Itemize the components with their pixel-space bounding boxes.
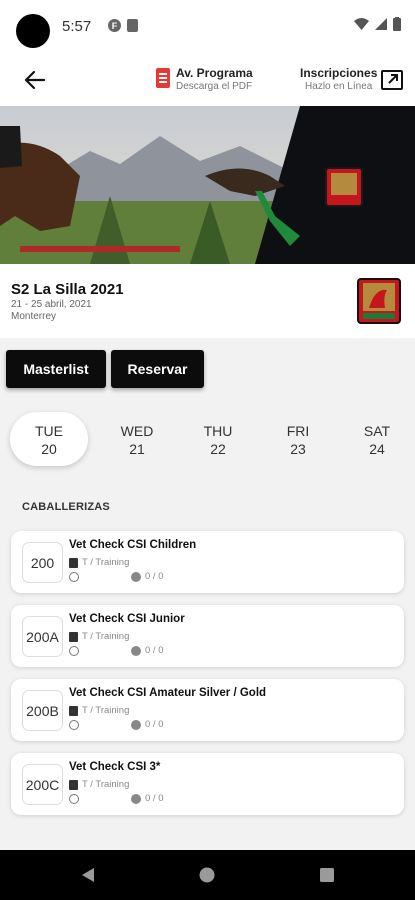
status-dot-icon — [131, 645, 141, 656]
item-type: T / Training — [82, 705, 130, 716]
day-tab-wed[interactable]: WED 21 — [98, 412, 176, 466]
programa-subtitle: Descarga el PDF — [176, 81, 253, 92]
item-type: T / Training — [82, 779, 130, 790]
day-number: 20 — [41, 441, 57, 457]
day-tab-thu[interactable]: THU 22 — [179, 412, 257, 466]
item-count: 0 / 0 — [145, 793, 164, 804]
day-name: THU — [203, 423, 233, 439]
stall-number: 200C — [22, 764, 63, 805]
book-icon — [69, 705, 78, 716]
event-city: Monterrey — [11, 311, 57, 322]
item-meta-row: 0 / 0 — [69, 645, 164, 656]
app-toolbar: Av. Programa Descarga el PDF Inscripcion… — [0, 54, 415, 106]
item-meta-row: 0 / 0 — [69, 793, 164, 804]
home-circle-icon[interactable] — [199, 867, 215, 883]
book-icon — [69, 631, 78, 642]
wifi-icon — [354, 18, 369, 30]
item-type-row: T / Training — [69, 779, 129, 790]
item-title: Vet Check CSI Children — [69, 539, 197, 551]
list-item[interactable]: 200B Vet Check CSI Amateur Silver / Gold… — [11, 679, 404, 741]
recents-square-icon[interactable] — [320, 868, 334, 882]
clock-icon — [69, 571, 79, 582]
inscripciones-subtitle: Hazlo en Línea — [305, 81, 373, 92]
status-time: 5:57 — [62, 18, 92, 35]
item-type: T / Training — [82, 631, 130, 642]
clock-icon — [69, 645, 79, 656]
day-number: 23 — [290, 441, 306, 457]
item-count: 0 / 0 — [145, 571, 164, 582]
pdf-icon — [156, 68, 170, 88]
item-meta-row: 0 / 0 — [69, 571, 164, 582]
programa-title: Av. Programa — [176, 66, 253, 80]
stall-number: 200A — [22, 616, 63, 657]
day-selector: TUE 20 WED 21 THU 22 FRI 23 SAT 24 — [0, 412, 415, 468]
masterlist-button[interactable]: Masterlist — [6, 350, 106, 388]
event-title: S2 La Silla 2021 — [11, 281, 124, 298]
item-type-row: T / Training — [69, 705, 129, 716]
item-type: T / Training — [82, 557, 130, 568]
status-dot-icon — [131, 719, 141, 730]
la-silla-logo — [357, 278, 401, 324]
book-icon — [69, 779, 78, 790]
list-item[interactable]: 200C Vet Check CSI 3* T / Training 0 / 0 — [11, 753, 404, 815]
item-title: Vet Check CSI Amateur Silver / Gold — [69, 687, 267, 699]
stall-number: 200B — [22, 690, 63, 731]
day-number: 24 — [369, 441, 385, 457]
status-bar: 5:57 F — [0, 0, 415, 54]
inscripciones-title: Inscripciones — [300, 66, 378, 80]
section-title: CABALLERIZAS — [22, 501, 110, 513]
back-triangle-icon[interactable] — [80, 867, 96, 883]
item-type-row: T / Training — [69, 557, 129, 568]
sd-card-icon — [127, 19, 138, 32]
camera-cutout — [16, 14, 50, 48]
day-number: 22 — [210, 441, 226, 457]
event-info-card: S2 La Silla 2021 21 - 25 abril, 2021 Mon… — [0, 264, 415, 338]
item-meta-row: 0 / 0 — [69, 719, 164, 730]
item-count: 0 / 0 — [145, 719, 164, 730]
inscripciones-button[interactable]: Inscripciones Hazlo en Línea — [300, 66, 377, 92]
day-tab-fri[interactable]: FRI 23 — [259, 412, 337, 466]
day-number: 21 — [129, 441, 145, 457]
banner-illustration — [0, 106, 415, 264]
list-item[interactable]: 200A Vet Check CSI Junior T / Training 0… — [11, 605, 404, 667]
system-icons — [354, 17, 401, 31]
item-title: Vet Check CSI Junior — [69, 613, 185, 625]
day-name: SAT — [363, 423, 391, 439]
back-arrow-icon[interactable] — [22, 67, 48, 93]
item-count: 0 / 0 — [145, 645, 164, 656]
programa-button[interactable]: Av. Programa Descarga el PDF — [156, 66, 253, 92]
app-notification-icon: F — [108, 19, 121, 32]
book-icon — [69, 557, 78, 568]
signal-icon — [375, 18, 387, 30]
item-type-row: T / Training — [69, 631, 129, 642]
reservar-button[interactable]: Reservar — [111, 350, 204, 388]
battery-icon — [393, 17, 401, 31]
clock-icon — [69, 719, 79, 730]
list-item[interactable]: 200 Vet Check CSI Children T / Training … — [11, 531, 404, 593]
status-dot-icon — [131, 571, 141, 582]
notification-icons: F — [108, 19, 138, 32]
item-title: Vet Check CSI 3* — [69, 761, 161, 773]
external-link-icon[interactable] — [380, 68, 404, 92]
status-dot-icon — [131, 793, 141, 804]
day-tab-tue[interactable]: TUE 20 — [10, 412, 88, 466]
day-name: FRI — [286, 423, 310, 439]
event-dates: 21 - 25 abril, 2021 — [11, 299, 92, 310]
stall-number: 200 — [22, 542, 63, 583]
day-name: TUE — [35, 423, 63, 439]
event-banner-image — [0, 106, 415, 264]
day-name: WED — [120, 423, 154, 439]
clock-icon — [69, 793, 79, 804]
system-navigation-bar — [0, 850, 415, 900]
day-tab-sat[interactable]: SAT 24 — [338, 412, 415, 466]
